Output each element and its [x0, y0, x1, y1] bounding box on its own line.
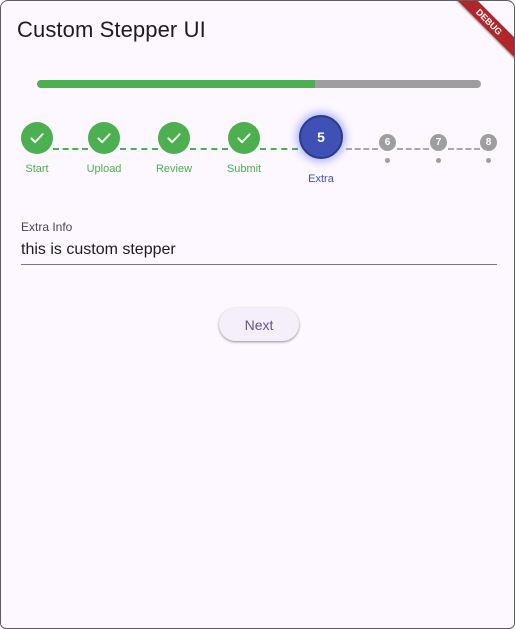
step-6-dot: [385, 158, 390, 163]
next-button[interactable]: Next: [219, 308, 299, 341]
step-1-circle[interactable]: [21, 122, 53, 154]
step-5-label: Extra: [308, 173, 334, 185]
step-5-circle[interactable]: 5: [299, 115, 343, 159]
app-window: Custom Stepper UI DEBUG Start Upload Rev…: [0, 0, 515, 629]
step-6-circle[interactable]: 6: [379, 134, 396, 151]
step-7-circle[interactable]: 7: [430, 134, 447, 151]
step-2-label: Upload: [86, 163, 122, 175]
step-8-circle[interactable]: 8: [480, 134, 497, 151]
step-8-dot: [486, 158, 491, 163]
step-3-circle[interactable]: [158, 122, 190, 154]
extra-info-label: Extra Info: [21, 220, 73, 234]
check-icon: [167, 133, 181, 144]
check-icon: [97, 133, 111, 144]
step-connector: [448, 148, 480, 150]
step-7-dot: [436, 158, 441, 163]
step-connector: [190, 148, 228, 150]
step-1-label: Start: [25, 163, 49, 175]
check-icon: [30, 133, 44, 144]
step-connector: [346, 148, 378, 150]
step-connector: [120, 148, 158, 150]
step-4-label: Submit: [226, 163, 262, 175]
step-2-circle[interactable]: [88, 122, 120, 154]
step-4-circle[interactable]: [228, 122, 260, 154]
check-icon: [237, 133, 251, 144]
step-3-label: Review: [155, 163, 193, 175]
step-connector: [260, 148, 298, 150]
step-connector: [397, 148, 429, 150]
step-connector: [53, 148, 88, 150]
extra-info-input[interactable]: [21, 235, 497, 265]
stepper: Start Upload Review Submit 5 Extra 6 7 8: [1, 1, 514, 201]
